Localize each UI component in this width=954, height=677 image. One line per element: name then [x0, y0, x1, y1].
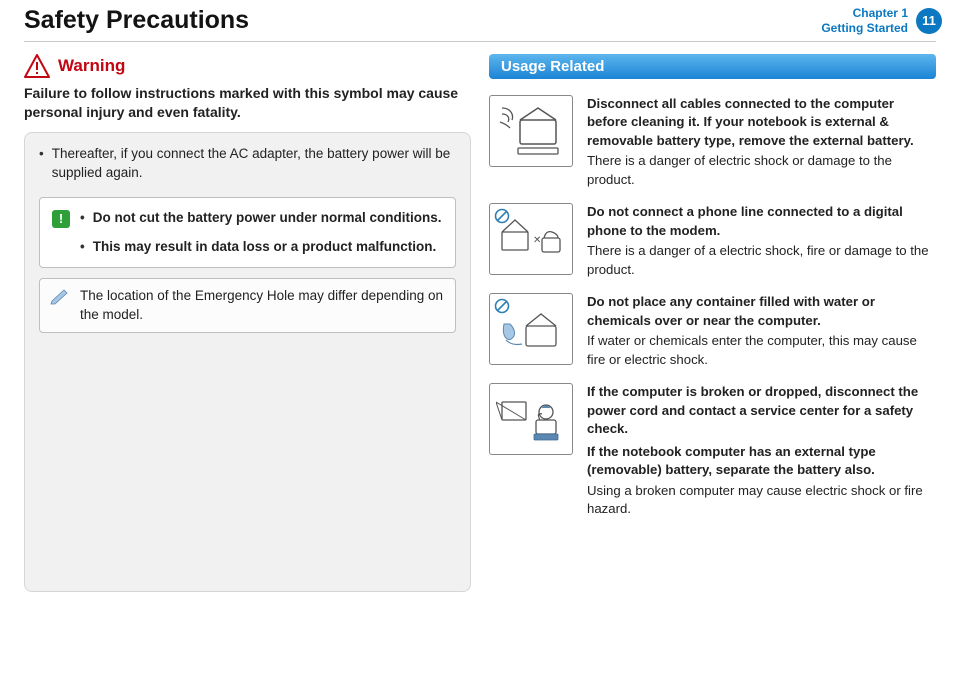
page-title: Safety Precautions	[24, 6, 249, 35]
usage-item: Do not place any container filled with w…	[489, 293, 936, 369]
usage-item-bold: Disconnect all cables connected to the c…	[587, 95, 936, 150]
caution-badge-icon: !	[52, 210, 70, 228]
chapter-block: Chapter 1 Getting Started 11	[821, 6, 942, 35]
caution-list: • Do not cut the battery power under nor…	[80, 208, 442, 257]
bullet-dot-icon: •	[80, 208, 85, 228]
usage-item-text: There is a danger of a electric shock, f…	[587, 243, 929, 276]
note-pencil-icon	[50, 287, 70, 325]
usage-item-body: If the computer is broken or dropped, di…	[587, 383, 936, 518]
chapter-text: Chapter 1 Getting Started	[821, 6, 908, 35]
usage-item-text: If water or chemicals enter the computer…	[587, 333, 917, 366]
bullet-dot-icon: •	[80, 237, 85, 257]
prohibit-icon	[494, 208, 510, 224]
prohibit-icon	[494, 298, 510, 314]
panel-bullet-1: • Thereafter, if you connect the AC adap…	[39, 145, 456, 183]
usage-item-bold: Do not connect a phone line connected to…	[587, 203, 936, 240]
usage-section-heading: Usage Related	[489, 54, 936, 79]
page-header: Safety Precautions Chapter 1 Getting Sta…	[0, 0, 954, 37]
caution-item-2: • This may result in data loss or a prod…	[80, 237, 442, 257]
bullet-dot-icon: •	[39, 145, 44, 183]
caution-item-2-text: This may result in data loss or a produc…	[93, 237, 437, 257]
warning-heading: Warning	[24, 54, 471, 78]
chapter-line-2: Getting Started	[821, 21, 908, 35]
usage-item: If the computer is broken or dropped, di…	[489, 383, 936, 518]
left-info-panel: • Thereafter, if you connect the AC adap…	[24, 132, 471, 592]
left-column: Warning Failure to follow instructions m…	[24, 54, 471, 592]
usage-item-bold-2: If the notebook computer has an external…	[587, 443, 936, 480]
caution-item-1: • Do not cut the battery power under nor…	[80, 208, 442, 228]
usage-item-text: There is a danger of electric shock or d…	[587, 153, 892, 186]
note-text: The location of the Emergency Hole may d…	[80, 287, 445, 325]
broken-computer-service-illustration	[489, 383, 573, 455]
usage-item-body: Do not connect a phone line connected to…	[587, 203, 936, 279]
no-water-container-illustration	[489, 293, 573, 365]
chapter-line-1: Chapter 1	[821, 6, 908, 20]
svg-text:✕: ✕	[533, 235, 541, 246]
usage-item-text: Using a broken computer may cause electr…	[587, 483, 923, 516]
caution-item-1-text: Do not cut the battery power under norma…	[93, 208, 442, 228]
no-phone-line-illustration: ✕	[489, 203, 573, 275]
usage-item-bold: If the computer is broken or dropped, di…	[587, 383, 936, 438]
caution-card: ! • Do not cut the battery power under n…	[39, 197, 456, 268]
usage-item: Disconnect all cables connected to the c…	[489, 95, 936, 189]
usage-item-body: Do not place any container filled with w…	[587, 293, 936, 369]
right-column: Usage Related Disconnect all cables conn…	[489, 54, 936, 592]
usage-item-body: Disconnect all cables connected to the c…	[587, 95, 936, 189]
panel-bullet-1-text: Thereafter, if you connect the AC adapte…	[52, 145, 456, 183]
warning-triangle-icon	[24, 54, 50, 78]
usage-item: ✕ Do not connect a phone line connected …	[489, 203, 936, 279]
disconnect-cables-illustration	[489, 95, 573, 167]
page-number-badge: 11	[916, 8, 942, 34]
warning-description: Failure to follow instructions marked wi…	[24, 84, 471, 122]
content-columns: Warning Failure to follow instructions m…	[0, 42, 954, 604]
usage-item-bold: Do not place any container filled with w…	[587, 293, 936, 330]
warning-label: Warning	[58, 56, 125, 76]
note-card: The location of the Emergency Hole may d…	[39, 278, 456, 334]
